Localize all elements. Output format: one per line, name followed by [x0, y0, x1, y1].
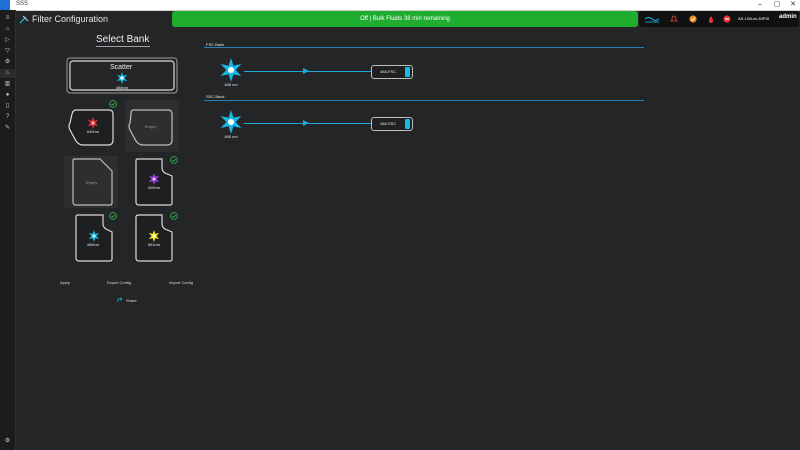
laser-561-icon [148, 230, 160, 242]
fluidics-icon[interactable] [645, 15, 659, 23]
ssc-beam-arrow [303, 120, 309, 126]
scatter-laser-icon [116, 72, 128, 84]
ssc-bank-divider [204, 100, 644, 101]
export-config-button[interactable]: Export Config [107, 280, 131, 285]
check-status-icon[interactable] [689, 15, 697, 23]
fsc-filter-button[interactable]: 488-FSC [371, 65, 413, 79]
laser-561-label: 561nm [147, 242, 161, 247]
temperature-icon[interactable] [707, 15, 715, 23]
check-405-icon [170, 156, 178, 164]
empty-bank-2-label: Empty [86, 180, 98, 185]
ssc-filter-indicator [405, 119, 410, 129]
close-icon[interactable]: ✕ [785, 0, 800, 10]
check-488-icon [109, 212, 117, 220]
fsc-laser-source-icon [220, 58, 242, 82]
laser-488-icon [88, 230, 100, 242]
laser-405-icon [148, 173, 160, 185]
laser-640-icon [87, 117, 99, 129]
instrument-status-banner[interactable]: Off | Bulk Fluids 38 min remaining [172, 11, 638, 27]
laser-640-label: 640nm [86, 129, 100, 134]
ssc-bank-title: SSC Bank [206, 94, 225, 99]
device-config: AS-100um-30PSI [738, 16, 770, 21]
ssc-filter-button[interactable]: 488-SSC [371, 117, 413, 131]
fsc-beam-arrow [303, 68, 309, 74]
stop-icon[interactable] [723, 15, 731, 23]
share-button[interactable]: Share [126, 298, 137, 303]
fsc-bank-divider [204, 47, 644, 48]
status-toolbar [639, 11, 799, 27]
share-icon [117, 297, 123, 302]
minimize-icon[interactable]: – [752, 0, 768, 10]
fsc-source-wavelength: 488 nm [224, 82, 238, 87]
ssc-laser-source-icon [220, 110, 242, 134]
laser-488-label: 488nm [86, 242, 100, 247]
scatter-wavelength: 488nm [115, 85, 129, 90]
fsc-filter-indicator [405, 67, 410, 77]
notification-icon[interactable] [670, 15, 678, 23]
empty-bank-1-label: Empty [145, 124, 157, 129]
settings-icon[interactable]: ⚙ [0, 437, 15, 446]
maximize-icon[interactable]: ▢ [769, 0, 785, 10]
ssc-filter-label: 488-SSC [380, 121, 397, 126]
ssc-source-wavelength: 488 nm [224, 134, 238, 139]
import-config-button[interactable]: Import Config [169, 280, 193, 285]
apply-button[interactable]: Apply [60, 280, 70, 285]
check-561-icon [170, 212, 178, 220]
user-name[interactable]: admin [779, 14, 797, 20]
scatter-bank-label: Scatter [110, 64, 133, 71]
fsc-filter-label: 488-FSC [380, 69, 397, 74]
check-640-icon [109, 100, 117, 108]
laser-405-label: 405nm [147, 185, 161, 190]
